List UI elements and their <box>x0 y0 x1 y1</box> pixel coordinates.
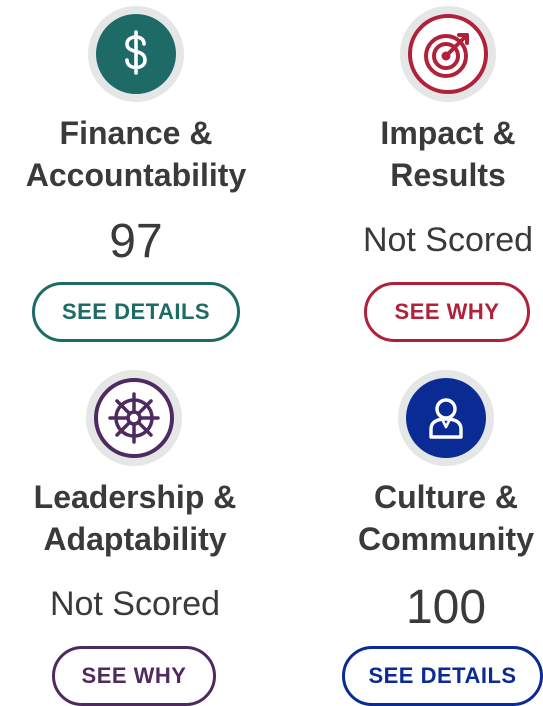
impact-see-why-button[interactable]: SEE WHY <box>364 282 530 342</box>
impact-icon-ring <box>400 6 496 102</box>
leadership-title-line1: Leadership & <box>33 479 237 515</box>
leadership-score: Not Scored <box>49 585 221 623</box>
finance-score: 97 <box>109 215 163 268</box>
target-icon <box>408 14 488 94</box>
culture-icon-ring <box>398 370 494 466</box>
culture-score: 100 <box>405 581 487 634</box>
culture-title-line2: Community <box>358 521 534 557</box>
finance-icon-ring <box>88 6 184 102</box>
impact-title-line1: Impact & <box>380 115 516 151</box>
leadership-see-why-button[interactable]: SEE WHY <box>52 646 216 706</box>
finance-title-line1: Finance & <box>59 115 213 151</box>
ship-wheel-icon <box>94 378 174 458</box>
finance-see-details-button[interactable]: SEE DETAILS <box>32 282 240 342</box>
culture-title-line1: Culture & <box>374 479 518 515</box>
leadership-title-line2: Adaptability <box>43 521 227 557</box>
leadership-icon-ring <box>86 370 182 466</box>
dollar-icon <box>96 14 176 94</box>
finance-title-line2: Accountability <box>25 157 247 193</box>
culture-see-details-button[interactable]: SEE DETAILS <box>342 646 543 706</box>
impact-title-line2: Results <box>390 157 506 193</box>
impact-score: Not Scored <box>362 221 534 259</box>
person-icon <box>406 378 486 458</box>
